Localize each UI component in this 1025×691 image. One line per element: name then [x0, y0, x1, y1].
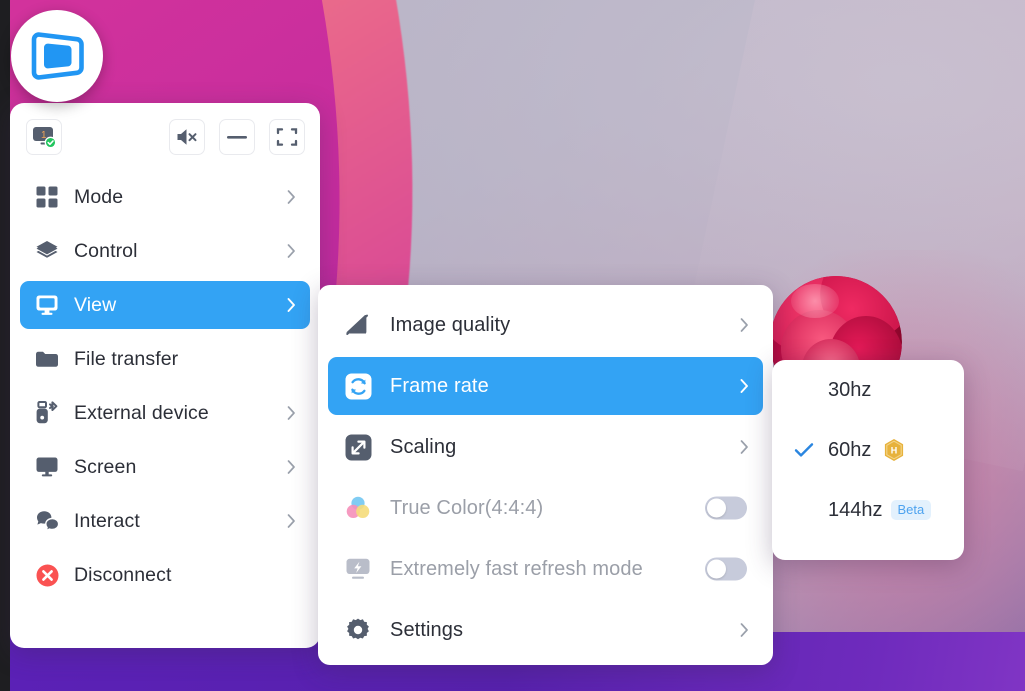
view-submenu-panel: Image quality Frame rate Scaling True Co… — [318, 285, 773, 665]
layers-icon — [34, 238, 60, 264]
view-item-true-color[interactable]: True Color(4:4:4) — [328, 479, 763, 537]
frame-rate-label: 30hz — [828, 378, 872, 401]
frame-rate-label: 60hz — [828, 438, 872, 461]
view-item-frame-rate[interactable]: Frame rate — [328, 357, 763, 415]
remote-desktop-logo-icon — [31, 32, 84, 80]
chevron-right-icon — [287, 406, 296, 421]
monitor-icon — [34, 292, 60, 318]
grid-icon — [34, 184, 60, 210]
menu-item-external-device[interactable]: External device — [20, 389, 310, 437]
menu-item-label: Control — [74, 239, 138, 262]
chevron-right-icon — [287, 460, 296, 475]
menu-item-control[interactable]: Control — [20, 227, 310, 275]
frame-rate-label: 144hz — [828, 498, 883, 521]
view-submenu-list: Image quality Frame rate Scaling True Co… — [318, 285, 773, 659]
frame-rate-icon — [344, 372, 372, 400]
frame-rate-option-60hz[interactable]: 60hz H — [772, 420, 964, 480]
fast-refresh-toggle[interactable] — [705, 557, 747, 581]
frame-rate-options-panel: 30hz 60hz H 144hz Beta — [772, 360, 964, 560]
view-item-label: True Color(4:4:4) — [390, 496, 544, 519]
app-logo-button[interactable] — [11, 10, 103, 102]
main-menu-list: Mode Control View File transfer External… — [10, 173, 320, 599]
menu-item-label: Disconnect — [74, 563, 172, 586]
view-item-label: Scaling — [390, 435, 457, 458]
check-icon — [794, 440, 814, 460]
view-item-settings[interactable]: Settings — [328, 601, 763, 659]
menu-item-file-transfer[interactable]: File transfer — [20, 335, 310, 383]
chevron-right-icon — [740, 379, 749, 394]
view-item-label: Extremely fast refresh mode — [390, 557, 643, 580]
display-icon — [34, 454, 60, 480]
menu-item-label: External device — [74, 401, 209, 424]
true-color-icon — [344, 494, 372, 522]
minimize-icon — [227, 136, 247, 139]
chevron-right-icon — [287, 298, 296, 313]
frame-rate-option-144hz[interactable]: 144hz Beta — [772, 480, 964, 540]
chevron-right-icon — [740, 623, 749, 638]
mute-button[interactable] — [169, 119, 205, 155]
menu-item-label: Screen — [74, 455, 137, 478]
view-item-fast-refresh[interactable]: Extremely fast refresh mode — [328, 540, 763, 598]
fullscreen-icon — [276, 128, 298, 146]
chevron-right-icon — [740, 440, 749, 455]
svg-text:H: H — [891, 446, 898, 456]
fullscreen-button[interactable] — [269, 119, 305, 155]
speaker-muted-icon — [177, 129, 197, 145]
menu-item-mode[interactable]: Mode — [20, 173, 310, 221]
view-item-label: Frame rate — [390, 374, 489, 397]
menu-item-label: Interact — [74, 509, 140, 532]
chevron-right-icon — [287, 514, 296, 529]
view-item-label: Image quality — [390, 313, 511, 336]
chevron-right-icon — [740, 318, 749, 333]
beta-badge: Beta — [890, 500, 932, 520]
menu-item-label: File transfer — [74, 347, 179, 370]
menu-item-label: Mode — [74, 185, 124, 208]
toggle-knob — [707, 498, 726, 518]
monitor-select-button[interactable]: 1 — [26, 119, 62, 155]
usb-bluetooth-icon — [34, 400, 60, 426]
scaling-icon — [344, 433, 372, 461]
view-item-label: Settings — [390, 618, 464, 641]
view-item-image-quality[interactable]: Image quality — [328, 296, 763, 354]
fast-refresh-icon — [344, 555, 372, 583]
disconnect-icon — [34, 562, 60, 588]
chevron-right-icon — [287, 244, 296, 259]
chevron-right-icon — [287, 190, 296, 205]
hdr-badge-icon: H — [883, 438, 905, 462]
monitor-select-icon: 1 — [33, 127, 57, 149]
menu-item-view[interactable]: View — [20, 281, 310, 329]
screen: 1 Mode Control View File transfer Extern… — [0, 0, 1025, 691]
main-menu-panel: 1 Mode Control View File transfer Extern… — [10, 103, 320, 648]
view-item-scaling[interactable]: Scaling — [328, 418, 763, 476]
frame-rate-option-30hz[interactable]: 30hz — [772, 360, 964, 420]
true-color-toggle[interactable] — [705, 496, 747, 520]
image-quality-icon — [344, 311, 372, 339]
gear-icon — [344, 616, 372, 644]
toggle-knob — [707, 559, 726, 579]
minimize-button[interactable] — [219, 119, 255, 155]
menu-item-interact[interactable]: Interact — [20, 497, 310, 545]
menu-item-disconnect[interactable]: Disconnect — [20, 551, 310, 599]
folder-icon — [34, 346, 60, 372]
panel-toolbar: 1 — [10, 103, 320, 167]
menu-item-screen[interactable]: Screen — [20, 443, 310, 491]
chat-bubbles-icon — [34, 508, 60, 534]
menu-item-label: View — [74, 293, 117, 316]
